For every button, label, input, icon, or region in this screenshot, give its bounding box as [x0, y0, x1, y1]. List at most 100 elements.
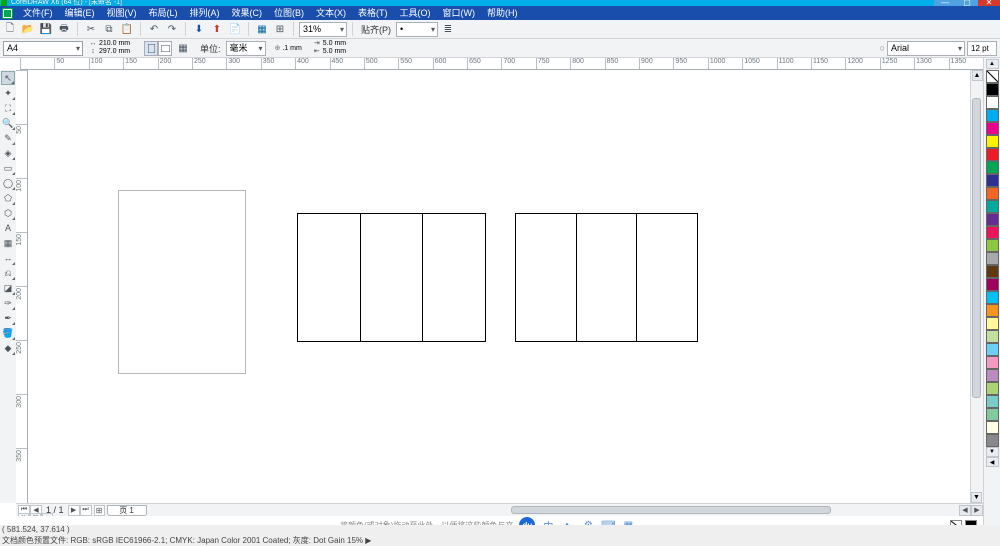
- color-swatch[interactable]: [986, 434, 999, 447]
- eyedropper-tool[interactable]: ✑: [1, 296, 15, 310]
- snap-select[interactable]: •: [396, 22, 438, 37]
- maximize-button[interactable]: ▢: [956, 0, 978, 6]
- close-button[interactable]: ✕: [978, 0, 1000, 6]
- color-swatch[interactable]: [986, 291, 999, 304]
- scroll-left-button[interactable]: ◀: [959, 505, 971, 516]
- palette-scroll-up[interactable]: ▲: [986, 59, 999, 69]
- menu-bitmap[interactable]: 位图(B): [268, 6, 310, 20]
- page-size-select[interactable]: A4: [3, 41, 83, 56]
- pick-tool[interactable]: ↖: [1, 71, 15, 85]
- color-swatch[interactable]: [986, 200, 999, 213]
- interactive-tool[interactable]: ◪: [1, 281, 15, 295]
- dimension-tool[interactable]: ↔: [1, 251, 15, 265]
- zoom-level-select[interactable]: 31%: [299, 22, 347, 37]
- fill-tool[interactable]: 🪣: [1, 326, 15, 340]
- interactive-fill-tool[interactable]: ◆: [1, 341, 15, 355]
- menu-edit[interactable]: 编辑(E): [59, 6, 101, 20]
- landscape-button[interactable]: [158, 41, 172, 56]
- connector-tool[interactable]: ⎌: [1, 266, 15, 280]
- color-swatch[interactable]: [986, 343, 999, 356]
- options-icon[interactable]: ≣: [440, 21, 456, 37]
- scroll-thumb[interactable]: [972, 98, 981, 398]
- menu-tools[interactable]: 工具(O): [394, 6, 437, 20]
- ruler-vertical[interactable]: 50100150200250300350: [16, 70, 28, 503]
- menu-effects[interactable]: 效果(C): [226, 6, 269, 20]
- vertical-scrollbar[interactable]: ▲ ▼: [970, 70, 983, 503]
- outline-tool[interactable]: ✒: [1, 311, 15, 325]
- polygon-tool[interactable]: ⬠: [1, 191, 15, 205]
- color-swatch[interactable]: [986, 96, 999, 109]
- table-shape-2[interactable]: [515, 213, 698, 342]
- basic-shapes-tool[interactable]: ⬡: [1, 206, 15, 220]
- publish-icon[interactable]: 📄: [227, 21, 243, 37]
- menu-arrange[interactable]: 排列(A): [184, 6, 226, 20]
- new-icon[interactable]: 🗋: [2, 21, 18, 37]
- palette-scroll-down[interactable]: ▼: [986, 447, 999, 457]
- dup-y-input[interactable]: 5.0 mm: [323, 48, 359, 56]
- menu-text[interactable]: 文本(X): [310, 6, 352, 20]
- color-swatch[interactable]: [986, 317, 999, 330]
- color-swatch[interactable]: [986, 304, 999, 317]
- no-color-swatch[interactable]: [986, 70, 999, 83]
- app-launcher-icon[interactable]: ▦: [254, 21, 270, 37]
- text-tool[interactable]: A: [1, 221, 15, 235]
- color-swatch[interactable]: [986, 278, 999, 291]
- rectangle-tool[interactable]: ▭: [1, 161, 15, 175]
- color-swatch[interactable]: [986, 109, 999, 122]
- menu-view[interactable]: 视图(V): [101, 6, 143, 20]
- ellipse-tool[interactable]: ◯: [1, 176, 15, 190]
- page-tab[interactable]: 页 1: [107, 505, 147, 516]
- portrait-button[interactable]: [144, 41, 158, 56]
- minimize-button[interactable]: —: [934, 0, 956, 6]
- color-swatch[interactable]: [986, 369, 999, 382]
- crop-tool[interactable]: ⛶: [1, 101, 15, 115]
- save-icon[interactable]: 💾: [38, 21, 54, 37]
- scroll-thumb[interactable]: [511, 506, 831, 514]
- smart-fill-tool[interactable]: ◈: [1, 146, 15, 160]
- paste-icon[interactable]: 📋: [119, 21, 135, 37]
- next-page-button[interactable]: ▶: [68, 505, 80, 516]
- color-swatch[interactable]: [986, 226, 999, 239]
- menu-table[interactable]: 表格(T): [352, 6, 394, 20]
- scroll-up-button[interactable]: ▲: [972, 70, 983, 81]
- palette-flyout[interactable]: ◀: [986, 457, 999, 467]
- export-icon[interactable]: ⬆: [209, 21, 225, 37]
- last-page-button[interactable]: ⏭: [80, 505, 92, 516]
- horizontal-scrollbar[interactable]: [151, 505, 959, 516]
- table-shape-1[interactable]: [297, 213, 486, 342]
- color-swatch[interactable]: [986, 330, 999, 343]
- shape-tool[interactable]: ✦: [1, 86, 15, 100]
- color-swatch[interactable]: [986, 83, 999, 96]
- color-swatch[interactable]: [986, 213, 999, 226]
- color-swatch[interactable]: [986, 252, 999, 265]
- freehand-tool[interactable]: ✎: [1, 131, 15, 145]
- color-swatch[interactable]: [986, 265, 999, 278]
- add-page-button[interactable]: ⊞: [94, 505, 105, 516]
- color-swatch[interactable]: [986, 382, 999, 395]
- open-icon[interactable]: 📂: [20, 21, 36, 37]
- cut-icon[interactable]: ✂: [83, 21, 99, 37]
- font-size-input[interactable]: 12 pt: [967, 41, 997, 56]
- color-swatch[interactable]: [986, 421, 999, 434]
- menu-window[interactable]: 窗口(W): [437, 6, 482, 20]
- color-swatch[interactable]: [986, 122, 999, 135]
- redo-icon[interactable]: ↷: [164, 21, 180, 37]
- menu-file[interactable]: 文件(F): [17, 6, 59, 20]
- copy-icon[interactable]: ⧉: [101, 21, 117, 37]
- nudge-input[interactable]: .1 mm: [282, 45, 301, 52]
- color-swatch[interactable]: [986, 148, 999, 161]
- font-family-select[interactable]: Arial: [887, 41, 965, 56]
- page-width-input[interactable]: 210.0 mm: [99, 40, 135, 48]
- menu-layout[interactable]: 布局(L): [143, 6, 184, 20]
- all-pages-icon[interactable]: ▦: [175, 40, 191, 56]
- drawing-canvas[interactable]: [28, 70, 983, 503]
- unit-select[interactable]: 毫米: [226, 41, 266, 56]
- color-swatch[interactable]: [986, 174, 999, 187]
- print-icon[interactable]: 🖶: [56, 21, 72, 37]
- menu-help[interactable]: 帮助(H): [481, 6, 524, 20]
- undo-icon[interactable]: ↶: [146, 21, 162, 37]
- color-swatch[interactable]: [986, 239, 999, 252]
- color-swatch[interactable]: [986, 161, 999, 174]
- color-swatch[interactable]: [986, 187, 999, 200]
- import-icon[interactable]: ⬇: [191, 21, 207, 37]
